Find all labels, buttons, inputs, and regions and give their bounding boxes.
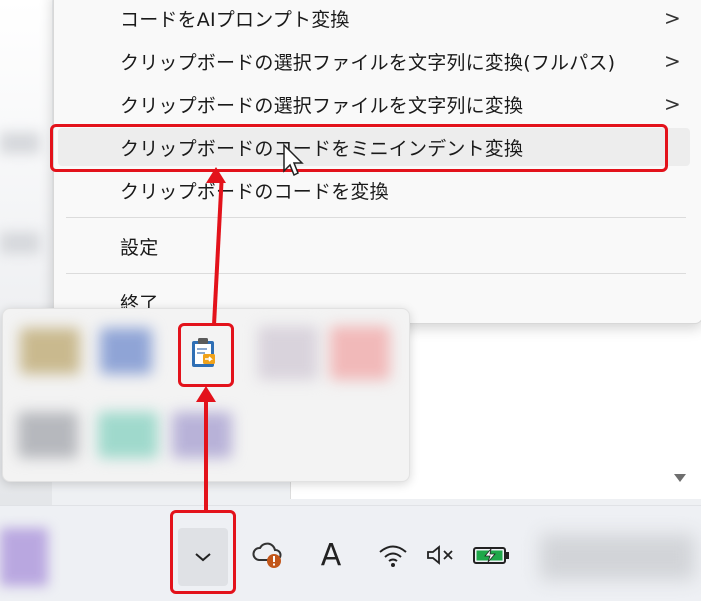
menu-item-settings[interactable]: 設定	[54, 226, 694, 266]
menu-item-ai-prompt[interactable]: コードをAIプロンプト変換 >	[54, 0, 694, 38]
highlight-app-icon	[178, 323, 234, 387]
blurred-tray-icon[interactable]	[258, 326, 318, 380]
highlight-chevron	[170, 510, 236, 594]
annotation-arrow-head	[206, 167, 226, 183]
blurred-tray-icon[interactable]	[100, 328, 152, 374]
annotation-arrow-line	[204, 400, 208, 510]
blurred-tray-icon[interactable]	[18, 412, 78, 458]
menu-separator	[66, 273, 686, 274]
blurred-content	[0, 232, 40, 254]
annotation-arrow-head	[196, 386, 216, 402]
menu-item-convert-code[interactable]: クリップボードのコードを変換	[54, 170, 694, 210]
volume-muted-icon[interactable]	[424, 537, 458, 573]
blurred-taskbar-app[interactable]	[0, 528, 48, 586]
chevron-right-icon: >	[664, 92, 681, 116]
ime-mode-icon[interactable]: A	[318, 537, 344, 573]
onedrive-warning-icon[interactable]	[250, 537, 286, 573]
blurred-tray-icon[interactable]	[20, 328, 80, 374]
scroll-down-arrow[interactable]	[674, 474, 686, 482]
menu-separator	[66, 217, 686, 218]
wifi-icon[interactable]	[375, 537, 411, 573]
menu-item-files-string[interactable]: クリップボードの選択ファイルを文字列に変換 >	[54, 84, 694, 124]
battery-charging-icon[interactable]	[472, 537, 512, 573]
blurred-content	[0, 132, 40, 154]
blurred-tray-icon[interactable]	[98, 412, 158, 458]
blurred-tray-icon[interactable]	[330, 326, 390, 380]
mouse-cursor-icon	[283, 143, 304, 177]
blurred-clock-area[interactable]	[540, 534, 695, 580]
chevron-right-icon: >	[664, 49, 681, 73]
chevron-right-icon: >	[664, 6, 681, 30]
taskbar: A	[0, 505, 701, 601]
highlight-menu-item	[50, 124, 668, 172]
menu-item-files-fullpath[interactable]: クリップボードの選択ファイルを文字列に変換(フルパス) >	[54, 41, 694, 81]
blurred-tray-icon[interactable]	[172, 412, 232, 458]
